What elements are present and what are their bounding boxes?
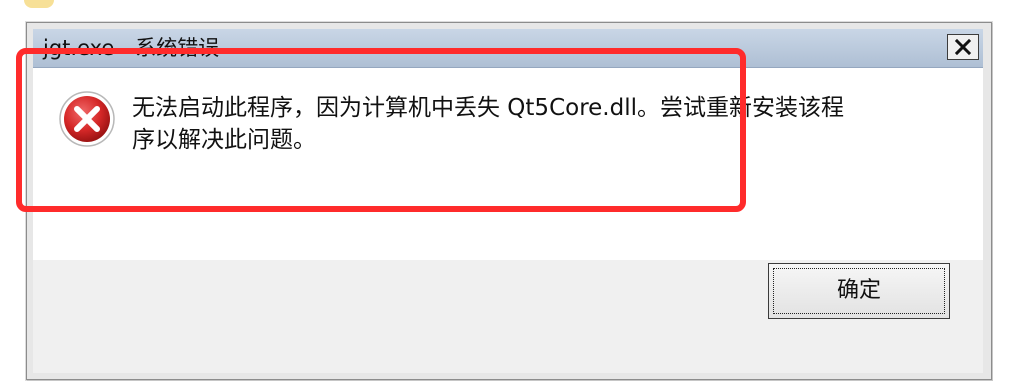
ok-button[interactable]: 确定 [768,263,950,319]
partial-app-icon [24,0,54,8]
close-button[interactable] [947,34,979,60]
red-annotation-box [16,48,746,212]
ok-button-label: 确定 [836,278,881,303]
close-icon [955,39,971,55]
screenshot: jgt.exe - 系统错误 无法启动此程序，因为计算机中丢失 Qt5Core.… [0,0,1010,387]
